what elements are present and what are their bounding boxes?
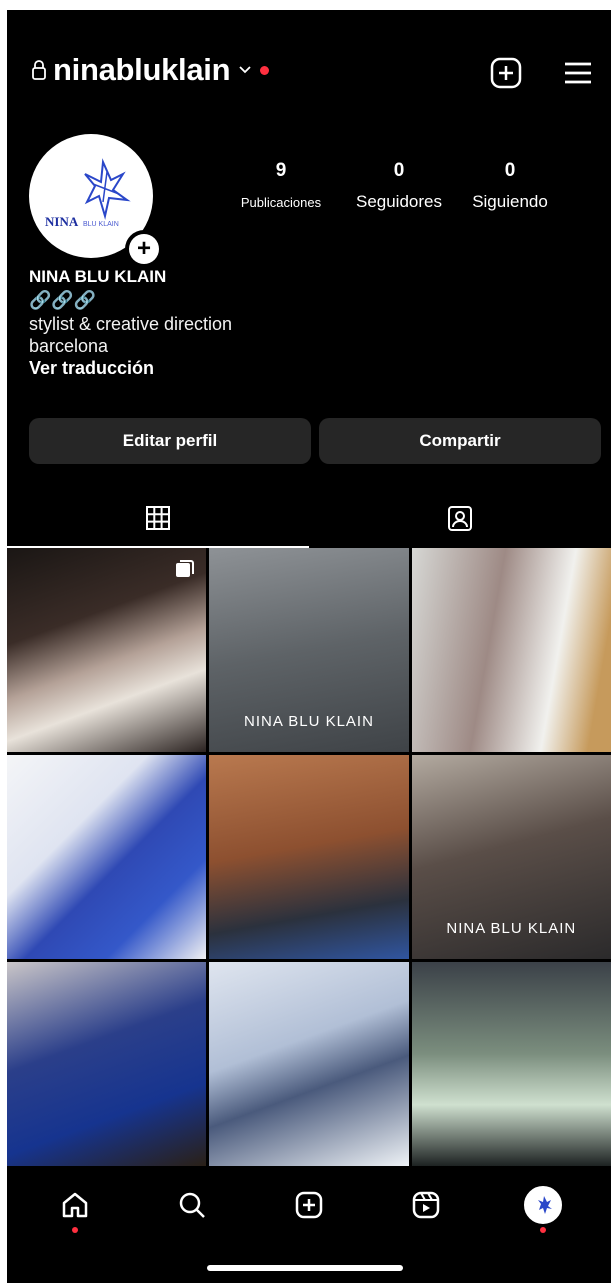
account-switcher[interactable]: ninabluklain xyxy=(31,52,270,88)
profile-avatar-icon xyxy=(523,1186,562,1224)
post-thumbnail[interactable]: NINA BLU KLAIN xyxy=(209,548,409,752)
tab-posts-grid[interactable] xyxy=(7,488,309,548)
see-translation-link[interactable]: Ver traducción xyxy=(29,357,232,379)
stat-value: 9 xyxy=(275,160,287,181)
profile-avatar[interactable]: NINA BLU KLAIN + xyxy=(29,134,163,268)
post-thumbnail[interactable] xyxy=(7,548,207,752)
chevron-down-icon xyxy=(239,66,251,74)
post-thumbnail[interactable] xyxy=(411,962,611,1166)
stat-value: 0 xyxy=(393,160,405,181)
post-thumbnail[interactable] xyxy=(7,962,207,1166)
grid-icon xyxy=(146,506,170,530)
home-indicator[interactable] xyxy=(207,1265,403,1271)
svg-text:BLU KLAIN: BLU KLAIN xyxy=(83,221,119,228)
notification-dot xyxy=(539,1227,546,1233)
edit-profile-button[interactable]: Editar perfil xyxy=(29,418,311,464)
stat-label: Seguidores xyxy=(355,192,442,211)
tab-tagged[interactable] xyxy=(309,488,611,548)
nav-create[interactable] xyxy=(285,1181,333,1229)
plus-square-icon[interactable] xyxy=(489,56,523,90)
stat-posts[interactable]: 9 Publicaciones xyxy=(222,160,340,212)
post-brand-overlay: NINA BLU KLAIN xyxy=(244,713,374,730)
nav-home[interactable] xyxy=(51,1181,99,1233)
post-thumbnail[interactable] xyxy=(411,548,611,752)
svg-text:NINA: NINA xyxy=(45,214,79,229)
lock-icon xyxy=(32,60,46,80)
bio-line: stylist & creative direction xyxy=(29,314,233,334)
home-icon xyxy=(63,1192,88,1218)
carousel-icon xyxy=(176,560,195,577)
stat-label: Publicaciones xyxy=(240,195,322,210)
profile-header: ninabluklain xyxy=(7,46,611,96)
stat-following[interactable]: 0 Siguiendo xyxy=(458,160,562,212)
reels-icon xyxy=(412,1191,440,1219)
profile-bio: NINA BLU KLAIN 🔗🔗🔗 stylist & creative di… xyxy=(29,266,232,379)
hamburger-menu-icon[interactable] xyxy=(561,56,595,90)
nav-profile[interactable] xyxy=(519,1181,567,1233)
brand-logo: NINA BLU KLAIN xyxy=(45,158,131,229)
post-brand-overlay: NINA BLU KLAIN xyxy=(446,920,577,937)
profile-screen: ninabluklain NINA BLU KLAIN + 9 Publicac… xyxy=(7,10,611,1283)
profile-tabs xyxy=(7,488,611,548)
display-name: NINA BLU KLAIN xyxy=(29,267,167,286)
bio-link-emojis: 🔗🔗🔗 xyxy=(29,290,97,310)
posts-grid: NINA BLU KLAIN NINA BLU KLAIN xyxy=(7,548,611,1166)
nav-reels[interactable] xyxy=(402,1181,450,1229)
share-profile-button[interactable]: Compartir xyxy=(319,418,601,464)
post-thumbnail[interactable] xyxy=(209,755,409,959)
post-thumbnail[interactable] xyxy=(209,962,409,1166)
stat-value: 0 xyxy=(504,160,516,181)
create-icon xyxy=(295,1191,323,1219)
plus-icon: + xyxy=(129,234,159,264)
stat-label: Siguiendo xyxy=(472,192,548,211)
notification-dot xyxy=(72,1227,79,1233)
bottom-navigation xyxy=(7,1170,611,1240)
notification-dot xyxy=(260,65,270,75)
tagged-person-icon xyxy=(448,506,472,531)
username: ninabluklain xyxy=(53,52,231,87)
search-icon xyxy=(179,1192,206,1218)
stat-followers[interactable]: 0 Seguidores xyxy=(340,160,458,212)
nav-search[interactable] xyxy=(168,1181,216,1229)
post-thumbnail[interactable]: NINA BLU KLAIN xyxy=(411,755,611,959)
profile-actions: Editar perfil Compartir xyxy=(29,418,601,464)
profile-stats: 9 Publicaciones 0 Seguidores 0 Siguiendo xyxy=(222,160,562,212)
bio-line: barcelona xyxy=(29,336,109,356)
add-story-button[interactable]: + xyxy=(125,230,163,268)
post-thumbnail[interactable] xyxy=(7,755,207,959)
